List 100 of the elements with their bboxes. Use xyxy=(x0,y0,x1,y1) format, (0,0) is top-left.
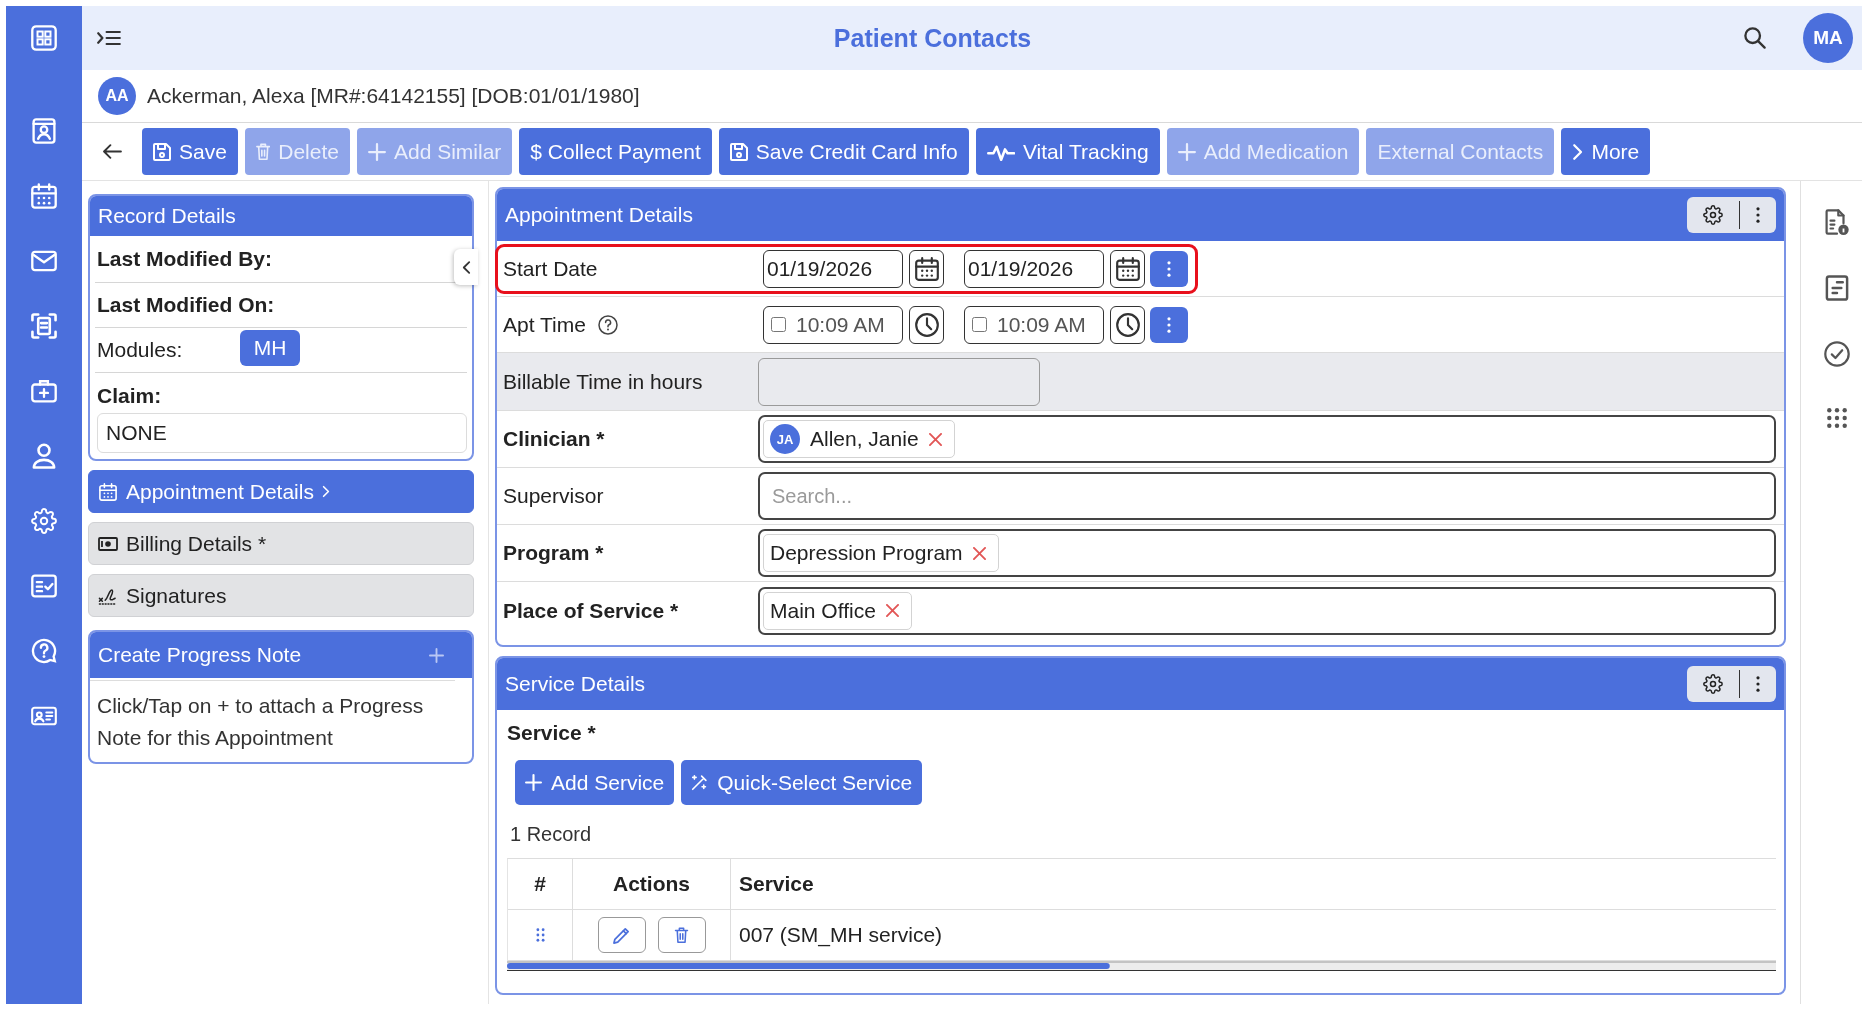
remove-icon[interactable] xyxy=(885,604,899,617)
claim-field[interactable]: NONE xyxy=(97,413,467,453)
field-label: Service * xyxy=(507,722,596,744)
medical-kit-icon[interactable] xyxy=(31,377,57,404)
field-label: Place of Service * xyxy=(503,598,679,623)
checkbox[interactable] xyxy=(771,317,786,332)
help-icon[interactable] xyxy=(597,314,618,335)
banknote-icon xyxy=(98,534,118,553)
signature-icon xyxy=(98,586,118,605)
drag-handle-icon[interactable] xyxy=(535,928,545,942)
search-icon[interactable] xyxy=(1744,27,1766,49)
field-label: Clinician * xyxy=(503,427,605,451)
search-input[interactable]: Search... xyxy=(758,472,1776,520)
dashboard-icon[interactable] xyxy=(31,25,57,51)
kebab-icon xyxy=(1167,260,1171,277)
chevron-right-icon xyxy=(1572,142,1584,161)
back-arrow-icon[interactable] xyxy=(103,144,122,159)
remove-icon[interactable] xyxy=(928,432,942,446)
toolbar-button[interactable]: More xyxy=(1561,128,1651,175)
kebab-icon[interactable] xyxy=(1756,676,1760,692)
calendar-icon xyxy=(1115,256,1140,281)
calendar-icon xyxy=(914,256,939,281)
save-icon xyxy=(153,142,171,161)
notes-icon[interactable] xyxy=(1823,275,1850,301)
tag-input[interactable]: Main Office xyxy=(758,586,1776,635)
more-options-button[interactable] xyxy=(1150,250,1188,287)
toolbar-button[interactable]: Save Credit Card Info xyxy=(718,128,969,175)
collapse-button[interactable] xyxy=(454,249,478,285)
section-nav-item[interactable]: Billing Details * xyxy=(88,522,474,565)
time-input[interactable]: 10:09 AM xyxy=(964,305,1104,344)
calendar-icon xyxy=(98,482,118,501)
trash-icon xyxy=(673,926,690,944)
hint-text: Click/Tap on + to attach a Progress Note for this Appointment xyxy=(90,680,455,762)
horizontal-scrollbar[interactable] xyxy=(507,961,1776,971)
user-avatar: JA xyxy=(770,424,800,454)
column-header: # xyxy=(508,859,573,910)
edit-button[interactable] xyxy=(597,917,646,953)
selected-tag[interactable]: Main Office xyxy=(763,591,912,630)
toolbar-button[interactable]: $ Collect Payment xyxy=(519,128,712,175)
tag-input[interactable]: Depression Program xyxy=(758,529,1776,577)
apps-grid-icon[interactable] xyxy=(1825,407,1848,429)
selected-tag[interactable]: Depression Program xyxy=(763,534,999,572)
field-label: Program * xyxy=(503,541,604,565)
field-label: Apt Time xyxy=(503,312,586,337)
toolbar-button[interactable]: Vital Tracking xyxy=(975,128,1160,175)
settings-icon[interactable] xyxy=(1703,205,1723,225)
page-title: Patient Contacts xyxy=(832,23,1033,53)
selected-tag[interactable]: JA Allen, Janie xyxy=(763,420,955,458)
user-icon[interactable] xyxy=(31,442,57,469)
card-title: Appointment Details xyxy=(505,203,693,227)
section-nav-item[interactable]: Signatures xyxy=(88,574,474,617)
card-title: Service Details xyxy=(505,672,646,696)
chevron-left-icon xyxy=(461,259,471,275)
plus-icon xyxy=(1177,142,1196,161)
column-header: Actions xyxy=(573,859,731,910)
delete-button[interactable] xyxy=(657,917,706,953)
time-input[interactable]: 10:09 AM xyxy=(763,305,903,344)
card-title: Create Progress Note xyxy=(98,643,302,667)
service-button[interactable]: Quick-Select Service xyxy=(681,760,923,805)
user-avatar[interactable]: MA xyxy=(1803,13,1853,63)
plus-icon xyxy=(525,774,542,791)
menu-icon[interactable] xyxy=(97,29,121,47)
tag-input[interactable]: JA Allen, Janie xyxy=(758,415,1776,463)
date-input[interactable]: 01/19/2026 xyxy=(964,249,1104,288)
column-header: Service xyxy=(731,859,1776,910)
kebab-icon xyxy=(1167,316,1171,333)
remove-icon[interactable] xyxy=(972,546,986,560)
toolbar-button[interactable]: Save xyxy=(142,128,238,175)
save-icon xyxy=(729,142,748,161)
check-circle-icon[interactable] xyxy=(1823,341,1850,367)
date-input[interactable]: 01/19/2026 xyxy=(763,249,903,288)
trash-icon xyxy=(255,142,271,161)
card-title: Record Details xyxy=(98,204,236,228)
kebab-icon[interactable] xyxy=(1756,207,1760,223)
clock-button[interactable] xyxy=(1110,305,1145,344)
plus-icon[interactable] xyxy=(429,647,444,663)
document-info-icon[interactable] xyxy=(1823,209,1850,235)
document-scan-icon[interactable] xyxy=(31,312,57,339)
service-button[interactable]: Add Service xyxy=(515,760,675,805)
field-label: Supervisor xyxy=(503,484,604,508)
clock-button[interactable] xyxy=(909,305,944,344)
clock-icon xyxy=(1115,312,1140,337)
checklist-icon[interactable] xyxy=(31,572,57,599)
profile-frame-icon[interactable] xyxy=(31,117,57,144)
settings-icon[interactable] xyxy=(1703,674,1723,694)
wand-icon xyxy=(691,774,709,791)
field-label: Claim: xyxy=(97,384,163,408)
section-nav-item[interactable]: Appointment Details xyxy=(88,470,474,513)
calendar-button[interactable] xyxy=(1110,249,1145,288)
calendar-button[interactable] xyxy=(909,249,944,288)
more-options-button[interactable] xyxy=(1150,306,1188,343)
checkbox[interactable] xyxy=(972,317,987,332)
chevron-right-icon xyxy=(321,485,330,498)
module-badge: MH xyxy=(240,330,300,366)
field-label: Start Date xyxy=(503,256,598,281)
clock-icon xyxy=(914,312,939,337)
field-label: Last Modified By: xyxy=(97,247,272,271)
field-label: Last Modified On: xyxy=(97,293,275,317)
patient-summary: Ackerman, Alexa [MR#:64142155] [DOB:01/01/1980] xyxy=(147,84,640,108)
calendar-icon[interactable] xyxy=(31,182,57,209)
